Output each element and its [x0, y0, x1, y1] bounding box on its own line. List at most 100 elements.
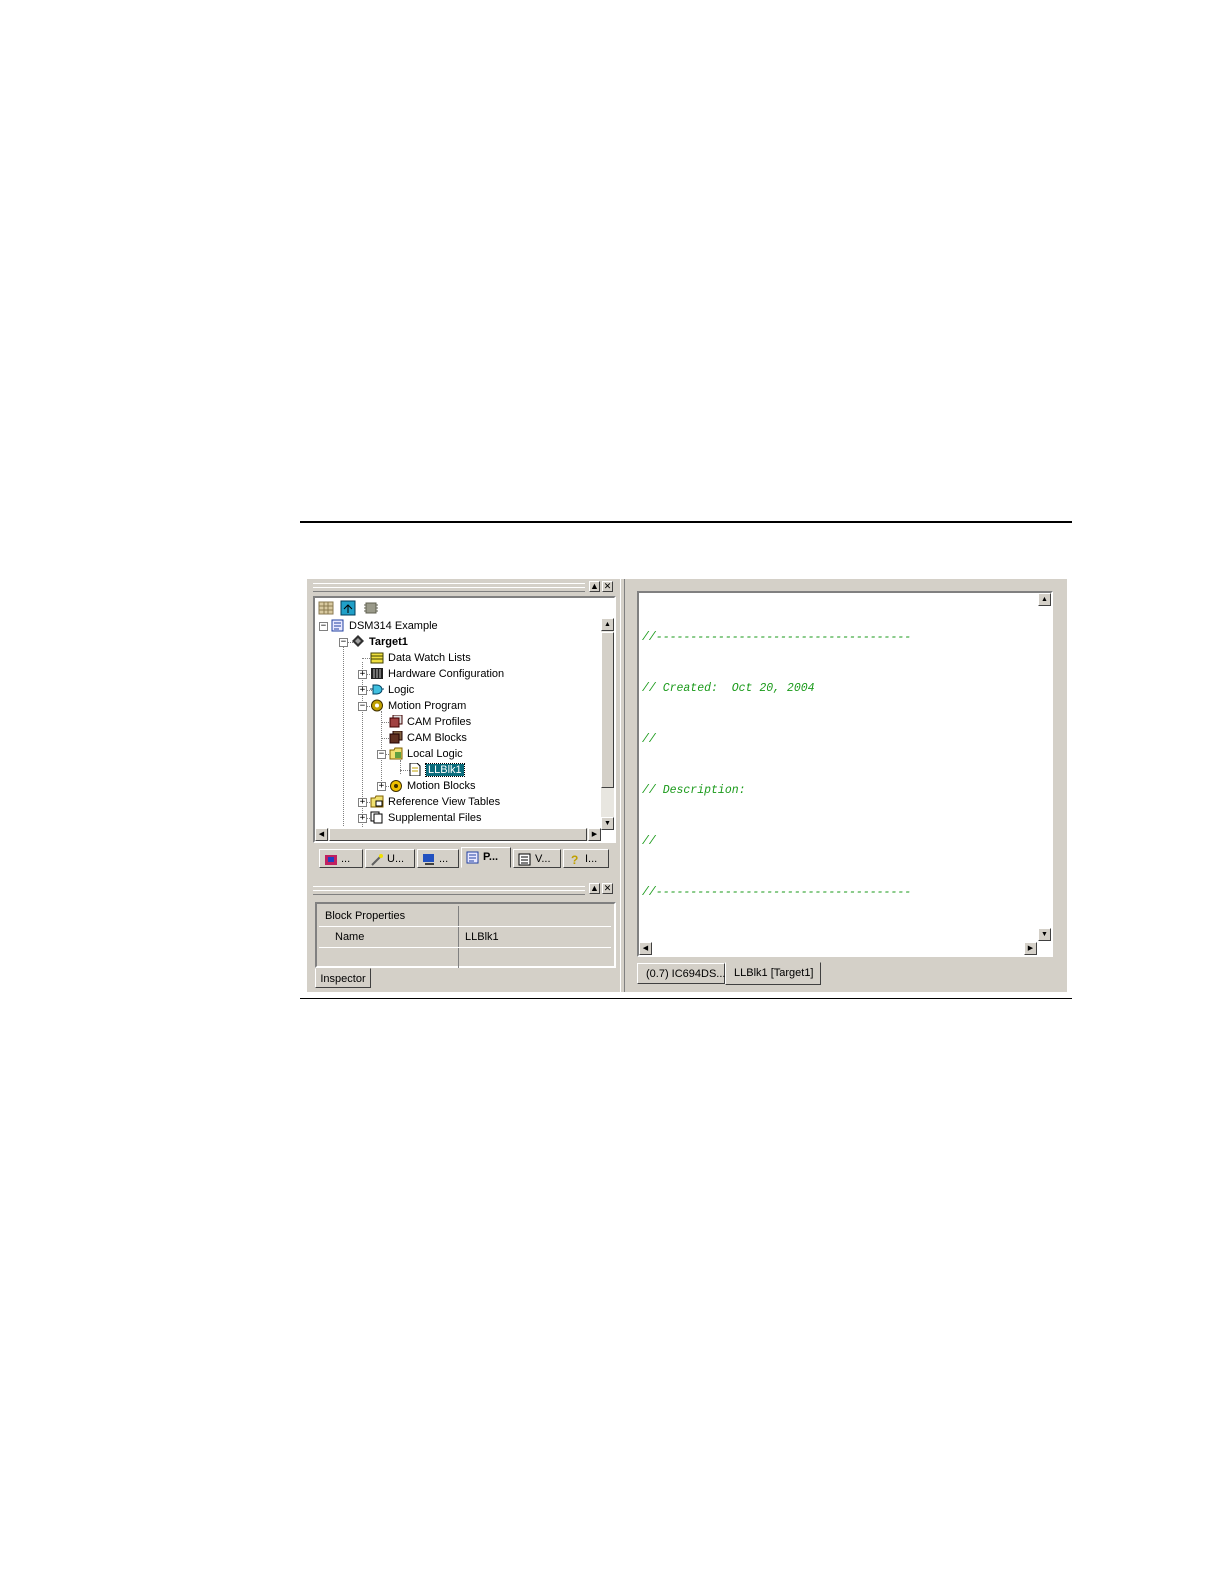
tree-node-llblk1[interactable]: LLBlk1	[408, 762, 465, 778]
logic-editor[interactable]: //------------------------------------- …	[637, 591, 1053, 957]
tree-node-reference-view-tables[interactable]: + Reference View Tables	[358, 794, 501, 810]
navigator-close-button[interactable]: ✕	[602, 581, 613, 592]
tree-node-label: Target1	[369, 636, 408, 649]
property-key: Block Properties	[319, 906, 459, 926]
editor-tabs: (0.7) IC694DS... LLBlk1 [Target1]	[637, 962, 1057, 986]
property-row[interactable]	[319, 948, 611, 968]
top-rule	[300, 521, 1072, 523]
target-icon	[351, 634, 365, 648]
scroll-left-button[interactable]: ◀	[315, 828, 328, 841]
code-line: //-------------------------------------	[642, 631, 912, 644]
tree-node-cam-profiles[interactable]: CAM Profiles	[389, 714, 471, 730]
tab-label: I...	[585, 853, 598, 865]
navigator-dock-button[interactable]: ▲	[589, 581, 600, 592]
collapse-toggle[interactable]: −	[358, 702, 367, 711]
machine-edition-window: ▲ ✕ − DSM314 Example − Target1 Data Watc…	[307, 579, 1067, 992]
tree-node-label: CAM Blocks	[407, 732, 467, 745]
tab-project[interactable]: P...	[461, 847, 511, 868]
tree-node-motion-program[interactable]: − Motion Program	[358, 698, 467, 714]
variables-icon	[518, 853, 532, 866]
scroll-left-button[interactable]: ◀	[639, 942, 652, 955]
chip-icon[interactable]	[363, 600, 379, 616]
inspector-panel: Block Properties Name LLBlk1	[315, 902, 616, 968]
scroll-right-button[interactable]: ▶	[588, 828, 601, 841]
expand-toggle[interactable]: +	[358, 670, 367, 679]
folder-icon	[389, 747, 403, 760]
tree-node-target1[interactable]: − Target1	[339, 634, 408, 650]
tree-node-local-logic[interactable]: − Local Logic	[377, 746, 463, 762]
code-line: // Description:	[642, 784, 746, 797]
motion-program-icon	[370, 699, 384, 712]
scroll-down-button[interactable]: ▼	[601, 817, 614, 830]
tree-horizontal-scrollbar[interactable]: ◀ ▶	[315, 828, 601, 841]
tree-node-logic[interactable]: + Logic	[358, 682, 414, 698]
tab-label: P...	[483, 851, 499, 863]
expand-toggle[interactable]: +	[358, 686, 367, 695]
expand-toggle[interactable]: +	[358, 814, 367, 823]
project-icon	[466, 851, 480, 864]
tree-node-hardware-configuration[interactable]: + Hardware Configuration	[358, 666, 505, 682]
hardware-icon	[370, 667, 384, 680]
pane-splitter[interactable]	[620, 579, 625, 992]
tree-node-motion-blocks[interactable]: + Motion Blocks	[377, 778, 475, 794]
tab-label: U...	[387, 853, 405, 865]
refresh-icon[interactable]	[340, 600, 356, 616]
tree-vertical-scrollbar[interactable]: ▲ ▼	[601, 618, 614, 830]
tab-toolchest[interactable]: ...	[319, 849, 363, 868]
collapse-toggle[interactable]: −	[319, 622, 328, 631]
scroll-up-button[interactable]: ▲	[1038, 593, 1051, 606]
scroll-up-button[interactable]: ▲	[601, 618, 614, 631]
code-line: //	[642, 835, 656, 848]
property-key	[319, 948, 459, 968]
watch-list-icon	[370, 651, 384, 664]
tree-node-label: Local Logic	[407, 748, 463, 761]
grid-icon[interactable]	[318, 600, 334, 616]
property-row-name[interactable]: Name LLBlk1	[319, 927, 611, 948]
tree-node-cam-blocks[interactable]: CAM Blocks	[389, 730, 467, 746]
code-area[interactable]: //------------------------------------- …	[642, 595, 911, 935]
tree-node-project[interactable]: − DSM314 Example	[319, 618, 438, 634]
tab-inspector[interactable]: Inspector	[315, 968, 371, 988]
tree-node-data-watch-lists[interactable]: Data Watch Lists	[370, 650, 471, 666]
wand-icon	[370, 853, 384, 866]
bottom-rule	[300, 998, 1072, 999]
help-icon: ?	[568, 853, 582, 867]
expand-toggle[interactable]: +	[377, 782, 386, 791]
tab-label: ...	[439, 853, 449, 865]
tree-node-label: Reference View Tables	[388, 796, 501, 809]
cam-profiles-icon	[389, 714, 403, 728]
tab-companion[interactable]: ...	[417, 849, 459, 868]
tree-node-label: Motion Program	[388, 700, 467, 713]
tab-variables[interactable]: V...	[513, 849, 561, 868]
scroll-down-button[interactable]: ▼	[1038, 928, 1051, 941]
property-key: Name	[319, 927, 459, 947]
tab-infoviewer[interactable]: ? I...	[563, 849, 609, 868]
tree-node-supplemental-files[interactable]: + Supplemental Files	[358, 810, 482, 826]
tree-node-label: Hardware Configuration	[388, 668, 505, 681]
scroll-right-button[interactable]: ▶	[1024, 942, 1037, 955]
editor-tab-hardware[interactable]: (0.7) IC694DS...	[637, 963, 725, 984]
code-line: //-------------------------------------	[642, 886, 912, 899]
folder-table-icon	[370, 795, 384, 808]
property-row[interactable]: Block Properties	[319, 906, 611, 927]
scroll-thumb[interactable]	[601, 632, 614, 788]
document-icon	[408, 762, 422, 777]
editor-tab-llblk1[interactable]: LLBlk1 [Target1]	[725, 962, 821, 985]
logic-icon	[370, 683, 384, 696]
tree-node-label: Supplemental Files	[388, 812, 482, 825]
project-tree: − DSM314 Example − Target1 Data Watch Li…	[315, 618, 602, 828]
inspector-dock-button[interactable]: ▲	[589, 883, 600, 894]
collapse-toggle[interactable]: −	[377, 750, 386, 759]
svg-text:?: ?	[571, 853, 578, 866]
inspector-close-button[interactable]: ✕	[602, 883, 613, 894]
collapse-toggle[interactable]: −	[339, 638, 348, 647]
tree-node-label: LLBlk1	[425, 763, 465, 778]
property-value[interactable]: LLBlk1	[465, 927, 499, 947]
toolchest-icon	[324, 853, 338, 866]
project-icon	[331, 619, 345, 632]
expand-toggle[interactable]: +	[358, 798, 367, 807]
tab-utilities[interactable]: U...	[365, 849, 415, 868]
tab-label: ...	[341, 853, 351, 865]
tab-label: V...	[535, 853, 551, 865]
scroll-thumb[interactable]	[329, 828, 587, 841]
